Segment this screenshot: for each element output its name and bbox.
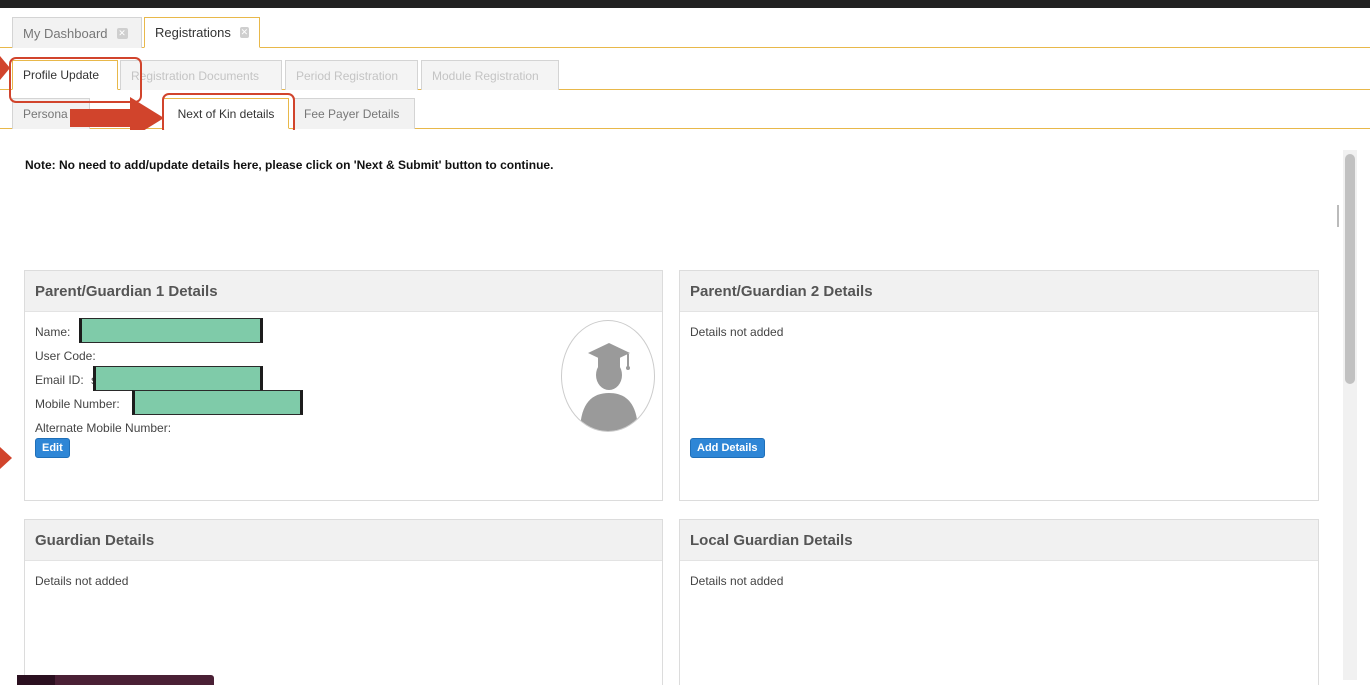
tab-label: Persona xyxy=(23,107,68,121)
redacted-mobile xyxy=(132,390,303,415)
empty-text: Details not added xyxy=(35,574,129,588)
user-code-label: User Code: xyxy=(35,349,96,363)
email-row: Email ID: s xyxy=(35,366,652,392)
info-note: Note: No need to add/update details here… xyxy=(25,158,554,172)
panel-body: Details not added xyxy=(25,561,662,685)
tab-module-registration[interactable]: Module Registration xyxy=(421,60,559,90)
registration-tab-bar: Profile Update Registration Documents Pe… xyxy=(0,48,1370,90)
tab-my-dashboard[interactable]: My Dashboard ✕ xyxy=(12,17,142,48)
panel-title: Guardian Details xyxy=(25,520,662,561)
mobile-row: Mobile Number: xyxy=(35,390,652,416)
alt-mobile-row: Alternate Mobile Number: xyxy=(35,416,652,440)
local-guardian-panel: Local Guardian Details Details not added xyxy=(679,519,1319,685)
alt-mobile-label: Alternate Mobile Number: xyxy=(35,421,172,435)
panel-body: Name: User Code: Email ID: s Mobile Numb… xyxy=(25,312,662,500)
parent-guardian-1-panel: Parent/Guardian 1 Details Name: User Cod… xyxy=(24,270,663,501)
arrow-icon xyxy=(0,56,10,80)
main-tab-bar: My Dashboard ✕ Registrations ✕ xyxy=(0,8,1370,48)
empty-text: Details not added xyxy=(690,325,784,339)
tab-label: Registration Documents xyxy=(131,68,260,83)
close-icon[interactable]: ✕ xyxy=(239,27,249,38)
empty-text: Details not added xyxy=(690,574,784,588)
tab-label: Module Registration xyxy=(432,68,539,83)
edit-button[interactable]: Edit xyxy=(35,438,70,458)
tab-fee-payer[interactable]: Fee Payer Details xyxy=(293,98,415,129)
tab-registrations[interactable]: Registrations ✕ xyxy=(144,17,260,48)
close-icon[interactable]: ✕ xyxy=(116,27,128,39)
redacted-email xyxy=(93,366,263,391)
tab-label: Registrations xyxy=(155,25,231,40)
panel-title: Local Guardian Details xyxy=(680,520,1318,561)
tab-period-registration[interactable]: Period Registration xyxy=(285,60,418,90)
tab-label: Period Registration xyxy=(296,68,399,83)
mobile-label: Mobile Number: xyxy=(35,397,120,411)
panel-title: Parent/Guardian 2 Details xyxy=(680,271,1318,312)
tab-registration-documents[interactable]: Registration Documents xyxy=(120,60,282,90)
name-row: Name: xyxy=(35,318,652,344)
email-label: Email ID: xyxy=(35,373,84,387)
tab-label: Fee Payer Details xyxy=(304,107,400,121)
window-top-bar xyxy=(0,0,1370,8)
panel-body: Details not added xyxy=(680,561,1318,685)
vertical-scrollbar[interactable] xyxy=(1343,150,1357,680)
redacted-name xyxy=(79,318,263,343)
add-details-button[interactable]: Add Details xyxy=(690,438,765,458)
guardian-panel: Guardian Details Details not added xyxy=(24,519,663,685)
user-code-row: User Code: xyxy=(35,344,652,368)
next-of-kin-content: Note: No need to add/update details here… xyxy=(12,130,1342,685)
graduate-avatar-icon xyxy=(561,320,655,432)
taskbar-fragment xyxy=(17,675,214,685)
tab-label: My Dashboard xyxy=(23,25,108,41)
scroll-marker xyxy=(1337,205,1339,227)
panel-title: Parent/Guardian 1 Details xyxy=(25,271,662,312)
scrollbar-thumb[interactable] xyxy=(1345,154,1355,384)
panel-body: Details not added Add Details xyxy=(680,312,1318,500)
parent-guardian-2-panel: Parent/Guardian 2 Details Details not ad… xyxy=(679,270,1319,501)
name-label: Name: xyxy=(35,325,71,339)
